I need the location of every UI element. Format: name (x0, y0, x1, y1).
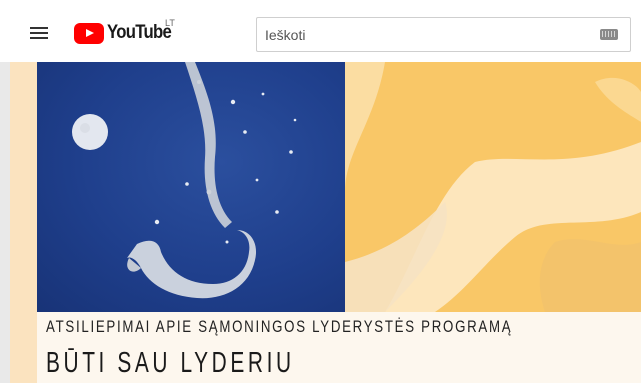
region-code: LT (165, 18, 175, 28)
video-title: BŪTI SAU LYDERIU (46, 347, 295, 379)
artwork-night-panel (37, 62, 345, 312)
hamburger-icon-bar (30, 32, 48, 34)
koi-moon-artwork (72, 62, 297, 299)
abstract-shapes-artwork (345, 62, 641, 312)
hamburger-icon-bar (30, 37, 48, 39)
hamburger-icon (30, 27, 48, 29)
youtube-home-link[interactable]: YouTube (74, 20, 180, 46)
koi-fish-top (185, 62, 232, 228)
masthead: YouTube LT (0, 0, 641, 62)
hamburger-menu-button[interactable] (30, 25, 50, 41)
search-box[interactable] (256, 17, 631, 52)
youtube-logo-icon (74, 22, 104, 44)
search-input[interactable] (257, 18, 603, 51)
keyboard-icon[interactable] (600, 29, 618, 40)
koi-fish-bottom (127, 230, 257, 299)
artwork-sun-panel (345, 62, 641, 312)
video-subtitle: ATSILIEPIMAI APIE SĄMONINGOS LYDERYSTĖS … (46, 317, 513, 336)
video-player[interactable]: ATSILIEPIMAI APIE SĄMONINGOS LYDERYSTĖS … (10, 62, 641, 383)
logo-text: YouTube (107, 22, 172, 43)
moon (72, 114, 108, 150)
